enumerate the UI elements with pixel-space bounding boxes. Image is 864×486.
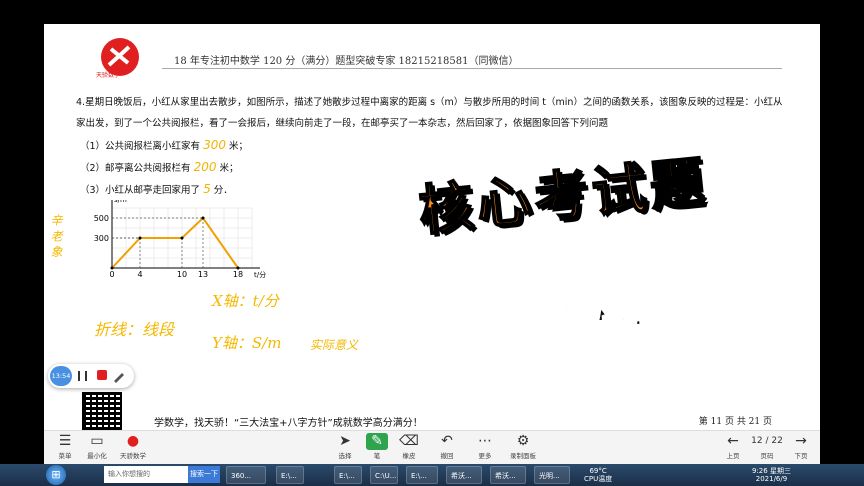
handwritten-x-axis: X轴：t/分 — [212, 292, 279, 310]
footer-slogan: 学数学，找天骄！“三大法宝+八字方针”成就数学高分满分！ — [154, 418, 423, 429]
question-line-1: 4.星期日晚饭后，小红从家里出去散步，如图所示，描述了她散步过程中离家的距离 s… — [76, 97, 783, 108]
y-tick-label: 500 — [94, 214, 109, 223]
more-icon: ⋯ — [478, 433, 492, 449]
app-toolbar: ☰ 菜单 ▭ 最小化 ● 天骄数学 ➤ 选择 ✎ 笔 ⌫ 橡皮 ↶ 撤回 ⋯ 更多 ⚙ 录制面板 … — [44, 430, 820, 465]
header-rule — [162, 68, 782, 69]
pen-widget[interactable]: 13:54 — [48, 364, 134, 388]
sub-question-1-answer: 300 — [203, 138, 226, 152]
sub-question-3-unit: 分． — [213, 185, 233, 196]
logo-text: 天骄数学 — [96, 72, 121, 79]
pen-icon: ✎ — [366, 433, 388, 450]
pause-bar[interactable] — [78, 371, 80, 381]
data-point — [180, 236, 184, 240]
handwritten-y-axis: Y轴：S/m — [212, 334, 282, 352]
arrow-left-icon: ← — [727, 433, 739, 449]
overlay-title-core-exam: 核心考试题 — [415, 149, 712, 244]
data-series-line — [111, 216, 239, 269]
app-button[interactable]: ● 天骄数学 — [116, 433, 150, 460]
data-point — [138, 236, 142, 240]
system-clock[interactable]: 9:26 星期三 2021/6/9 — [752, 467, 791, 483]
timer-badge[interactable]: 13:54 — [50, 366, 72, 386]
app-logo-icon: ● — [126, 433, 140, 449]
undo-icon: ↶ — [441, 433, 453, 449]
record-icon: ⚙ — [516, 433, 530, 449]
prev-page-button[interactable]: ← 上页 — [716, 433, 750, 460]
sub-question-3-answer: 5 — [203, 182, 211, 196]
more-button[interactable]: ⋯ 更多 — [468, 433, 502, 460]
minimize-icon: ▭ — [90, 433, 104, 449]
x-tick-label: 18 — [233, 270, 243, 279]
taskbar-item[interactable]: C:\U... — [370, 466, 398, 484]
eraser-icon: ⌫ — [399, 433, 419, 449]
pause-bar[interactable] — [85, 371, 87, 381]
taskbar-search-input[interactable]: 输入你想搜的 — [104, 466, 188, 483]
y-tick-label: 300 — [94, 234, 109, 243]
undo-button[interactable]: ↶ 撤回 — [430, 433, 464, 460]
taskbar-item[interactable]: 光明... — [534, 466, 570, 484]
menu-button[interactable]: ☰ 菜单 — [48, 433, 82, 460]
handwritten-note-polyline: 折线：线段 — [94, 320, 175, 339]
taskbar-item[interactable]: 360... — [226, 466, 266, 484]
data-point — [201, 216, 205, 220]
qr-code — [82, 392, 122, 432]
arrow-right-icon: → — [795, 433, 807, 449]
pen-button[interactable]: ✎ 笔 — [360, 433, 394, 460]
sub-question-1-unit: 米； — [229, 141, 249, 152]
sub-question-2: （2）邮亭离公共阅报栏有 200 米； — [80, 160, 239, 174]
x-tick-label: 10 — [177, 270, 187, 279]
record-stop-icon[interactable] — [97, 370, 107, 380]
cpu-temperature: 69°C CPU温度 — [584, 467, 613, 483]
select-button[interactable]: ➤ 选择 — [328, 433, 362, 460]
taskbar-item[interactable]: E:\... — [406, 466, 438, 484]
y-axis-label: s/m — [114, 200, 127, 204]
document-screen: 天骄数学 18 年专注初中数学 120 分（满分）题型突破专家 18215218… — [44, 24, 820, 432]
taskbar-search-button[interactable]: 搜索一下 — [188, 466, 220, 483]
x-tick-label: 4 — [137, 270, 142, 279]
x-axis-label: t/分 — [254, 270, 266, 279]
taskbar-item[interactable]: E:\... — [276, 466, 304, 484]
minimize-button[interactable]: ▭ 最小化 — [80, 433, 114, 460]
pen-icon[interactable] — [112, 369, 126, 383]
sub-question-1-text: （1）公共阅报栏离小红家有 — [80, 141, 201, 152]
handwritten-meaning: 实际意义 — [310, 338, 359, 352]
sub-question-2-answer: 200 — [193, 160, 217, 174]
sub-question-3-text: （3）小红从邮亭走回家用了 — [80, 185, 201, 196]
sub-question-2-unit: 米； — [219, 163, 239, 174]
handwritten-left-note: 辛 老 象 — [49, 214, 63, 258]
x-tick-label: 13 — [198, 270, 208, 279]
next-page-button[interactable]: → 下页 — [784, 433, 818, 460]
x-tick-label: 0 — [109, 270, 114, 279]
page-indicator[interactable]: 12 / 22 页码 — [750, 433, 784, 460]
start-button[interactable]: ⊞ — [46, 465, 66, 485]
taskbar-item[interactable]: 希沃... — [490, 466, 526, 484]
page-header: 18 年专注初中数学 120 分（满分）题型突破专家 18215218581（同… — [174, 56, 519, 67]
taskbar-item[interactable]: E:\... — [334, 466, 362, 484]
footer-page-number: 第 11 页 共 21 页 — [698, 417, 772, 427]
sub-question-2-text: （2）邮亭离公共阅报栏有 — [80, 163, 191, 174]
distance-time-chart: 0 4 10 13 18 300 500 s/m t/分 — [94, 200, 266, 279]
question-line-2: 家出发，到了一个公共阅报栏，看了一会报后，继续向前走了一段，在邮亭买了一本杂志，… — [76, 118, 609, 129]
sub-question-3: （3）小红从邮亭走回家用了 5 分． — [80, 182, 233, 196]
overlay-title-function-concept: 函数概念 — [459, 274, 722, 368]
eraser-button[interactable]: ⌫ 橡皮 — [392, 433, 426, 460]
record-panel-button[interactable]: ⚙ 录制面板 — [506, 433, 540, 460]
cursor-icon: ➤ — [339, 433, 351, 449]
sub-question-1: （1）公共阅报栏离小红家有 300 米； — [80, 138, 248, 152]
windows-taskbar: ⊞ 输入你想搜的 搜索一下 360... E:\... E:\... C:\U.… — [0, 464, 864, 486]
menu-icon: ☰ — [58, 433, 72, 449]
taskbar-item[interactable]: 希沃... — [446, 466, 482, 484]
